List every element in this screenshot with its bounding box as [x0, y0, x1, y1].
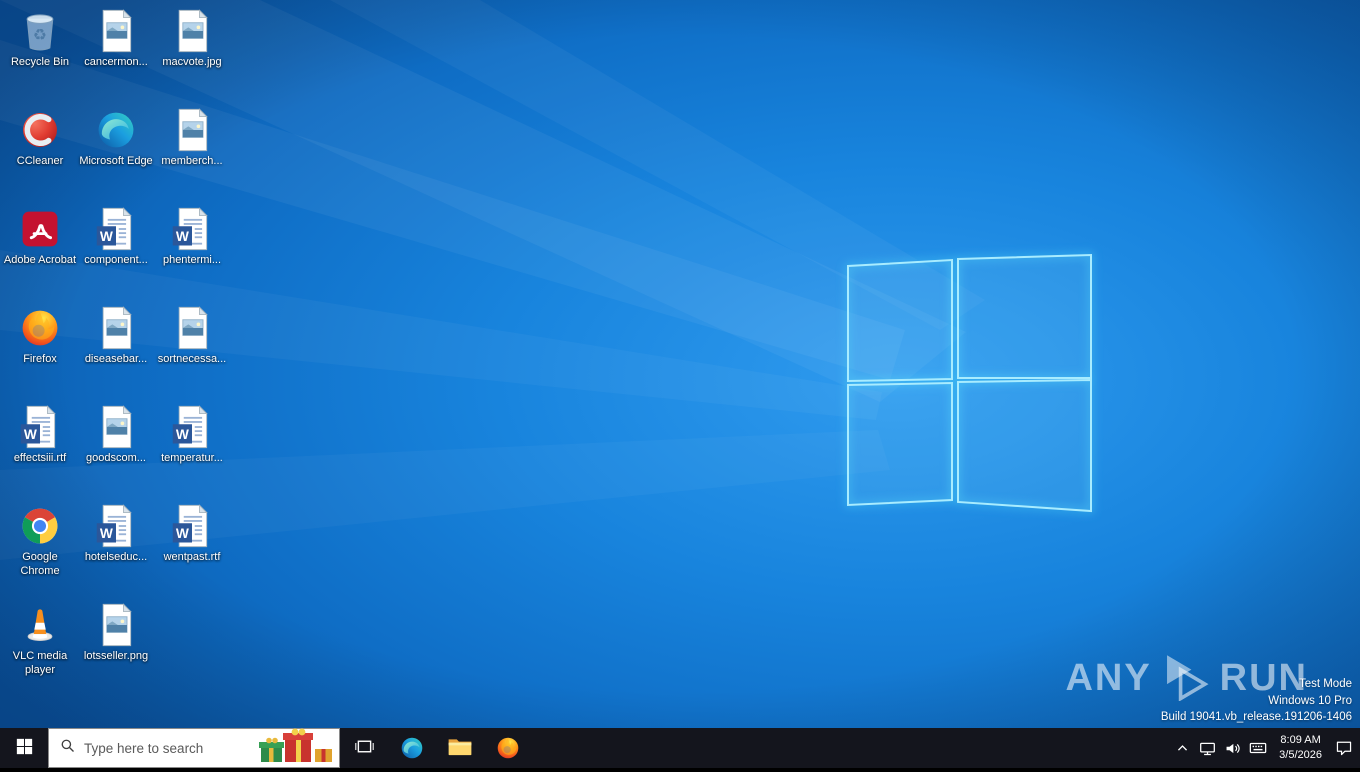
svg-text:W: W: [176, 229, 189, 244]
taskbar-firefox-button[interactable]: [484, 728, 532, 768]
icon-label: Recycle Bin: [11, 56, 69, 70]
icon-label: Microsoft Edge: [79, 155, 152, 169]
desktop-icon-memberch[interactable]: memberch...: [154, 101, 230, 198]
desktop: ♻ Recycle Bin cancermon... macvote.jpg C…: [0, 0, 1360, 728]
taskbar-file-explorer-button[interactable]: [436, 728, 484, 768]
desktop-icon-grid: ♻ Recycle Bin cancermon... macvote.jpg C…: [2, 2, 234, 702]
clock-time: 8:09 AM: [1279, 733, 1322, 748]
image-file-icon: [94, 306, 138, 350]
volume-icon[interactable]: [1220, 728, 1245, 768]
icon-label: Adobe Acrobat: [4, 254, 76, 268]
image-file-icon: [170, 108, 214, 152]
icon-label: sortnecessa...: [158, 353, 226, 367]
desktop-icon-effectsiii-rtf[interactable]: W effectsiii.rtf: [2, 398, 78, 495]
icon-label: hotelseduc...: [85, 551, 147, 565]
windows-edition-label: Windows 10 Pro: [1161, 693, 1352, 710]
svg-text:W: W: [100, 229, 113, 244]
build-number-label: Build 19041.vb_release.191206-1406: [1161, 709, 1352, 726]
icon-label: CCleaner: [17, 155, 63, 169]
icon-label: phentermi...: [163, 254, 221, 268]
word-file-icon: W: [94, 504, 138, 548]
windows-start-icon: [16, 738, 33, 758]
system-tray: 8:09 AM 3/5/2026: [1170, 728, 1360, 768]
svg-text:W: W: [176, 526, 189, 541]
icon-label: lotsseller.png: [84, 650, 148, 664]
desktop-icon-vlc-media-player[interactable]: VLC media player: [2, 596, 78, 693]
icon-label: temperatur...: [161, 452, 223, 466]
touch-keyboard-icon[interactable]: [1245, 728, 1270, 768]
task-view-icon: [354, 736, 375, 760]
desktop-icon-firefox[interactable]: Firefox: [2, 299, 78, 396]
image-file-icon: [94, 405, 138, 449]
icon-label: diseasebar...: [85, 353, 147, 367]
image-file-icon: [94, 603, 138, 647]
word-file-icon: W: [170, 405, 214, 449]
icon-label: goodscom...: [86, 452, 146, 466]
edge-icon: [94, 108, 138, 152]
task-view-button[interactable]: [340, 728, 388, 768]
search-icon: [60, 738, 75, 758]
desktop-icon-macvote-jpg[interactable]: macvote.jpg: [154, 2, 230, 99]
word-file-icon: W: [18, 405, 62, 449]
svg-text:W: W: [176, 427, 189, 442]
icon-label: VLC media player: [3, 650, 78, 678]
desktop-icon-phentermi[interactable]: W phentermi...: [154, 200, 230, 297]
icon-label: cancermon...: [84, 56, 148, 70]
taskbar: Type here to search: [0, 728, 1360, 768]
vlc-icon: [18, 603, 62, 647]
taskbar-search[interactable]: Type here to search: [48, 728, 340, 768]
desktop-icon-adobe-acrobat[interactable]: Adobe Acrobat: [2, 200, 78, 297]
desktop-icon-ccleaner[interactable]: CCleaner: [2, 101, 78, 198]
svg-text:♻: ♻: [33, 26, 47, 44]
desktop-icon-goodscom[interactable]: goodscom...: [78, 398, 154, 495]
svg-text:W: W: [24, 427, 37, 442]
edge-icon: [399, 735, 425, 761]
firefox-icon: [495, 735, 521, 761]
taskbar-clock[interactable]: 8:09 AM 3/5/2026: [1270, 728, 1331, 768]
desktop-icon-cancermon[interactable]: cancermon...: [78, 2, 154, 99]
chrome-icon: [18, 504, 62, 548]
image-file-icon: [170, 306, 214, 350]
firefox-icon: [18, 306, 62, 350]
icon-label: component...: [84, 254, 148, 268]
icon-label: wentpast.rtf: [164, 551, 221, 565]
desktop-icon-lotsseller-png[interactable]: lotsseller.png: [78, 596, 154, 693]
icon-label: Firefox: [23, 353, 57, 367]
desktop-icon-google-chrome[interactable]: Google Chrome: [2, 497, 78, 594]
start-button[interactable]: [0, 728, 48, 768]
ccleaner-icon: [18, 108, 62, 152]
hidden-icons-chevron-icon[interactable]: [1170, 728, 1195, 768]
desktop-icon-temperatur[interactable]: W temperatur...: [154, 398, 230, 495]
system-build-info: Test Mode Windows 10 Pro Build 19041.vb_…: [1161, 676, 1352, 726]
taskbar-edge-button[interactable]: [388, 728, 436, 768]
network-icon[interactable]: [1195, 728, 1220, 768]
desktop-icon-diseasebar[interactable]: diseasebar...: [78, 299, 154, 396]
search-placeholder: Type here to search: [84, 741, 203, 756]
svg-text:W: W: [100, 526, 113, 541]
desktop-icon-component[interactable]: W component...: [78, 200, 154, 297]
icon-label: macvote.jpg: [162, 56, 221, 70]
desktop-icon-microsoft-edge[interactable]: Microsoft Edge: [78, 101, 154, 198]
icon-label: Google Chrome: [3, 551, 78, 579]
desktop-icon-sortnecessa[interactable]: sortnecessa...: [154, 299, 230, 396]
acrobat-icon: [18, 207, 62, 251]
image-file-icon: [94, 9, 138, 53]
holiday-gifts-icon: [255, 727, 339, 767]
test-mode-label: Test Mode: [1161, 676, 1352, 693]
action-center-icon[interactable]: [1331, 728, 1356, 768]
image-file-icon: [170, 9, 214, 53]
recycle-bin-icon: ♻: [18, 9, 62, 53]
desktop-icon-wentpast-rtf[interactable]: W wentpast.rtf: [154, 497, 230, 594]
word-file-icon: W: [170, 504, 214, 548]
icon-label: effectsiii.rtf: [14, 452, 66, 466]
desktop-icon-hotelseduc[interactable]: W hotelseduc...: [78, 497, 154, 594]
desktop-icon-recycle-bin[interactable]: ♻ Recycle Bin: [2, 2, 78, 99]
word-file-icon: W: [170, 207, 214, 251]
icon-label: memberch...: [161, 155, 222, 169]
file-explorer-icon: [447, 734, 473, 763]
clock-date: 3/5/2026: [1279, 748, 1322, 763]
word-file-icon: W: [94, 207, 138, 251]
